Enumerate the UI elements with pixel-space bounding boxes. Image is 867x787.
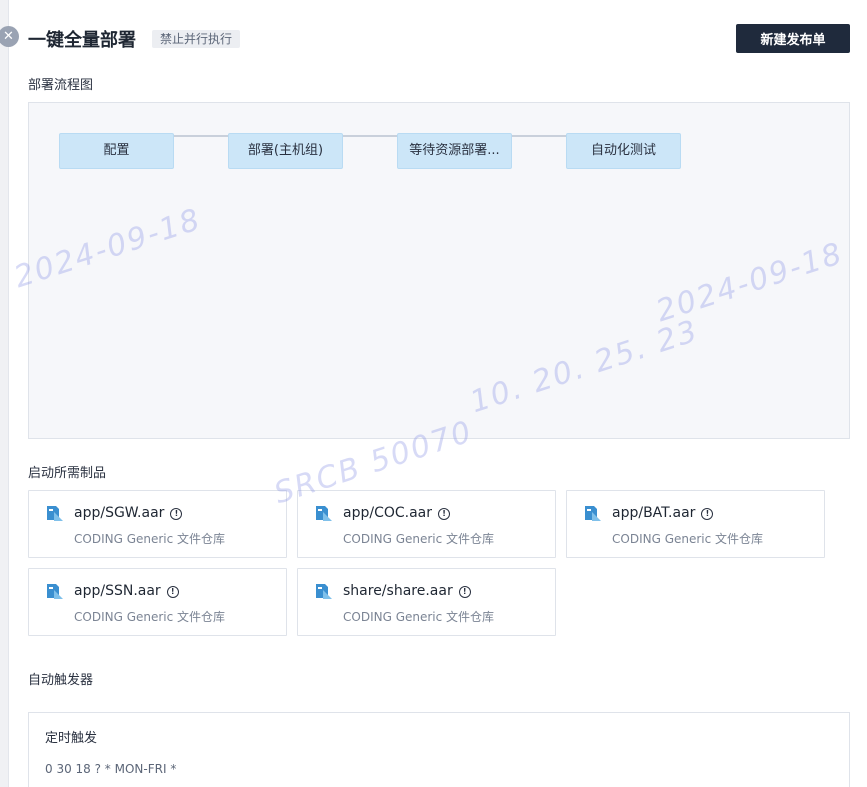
artifact-name: app/COC.aar	[343, 505, 433, 521]
artifact-name-line: app/COC.aar!	[343, 505, 451, 521]
trigger-title: 定时触发	[45, 731, 98, 746]
info-icon[interactable]: !	[166, 586, 179, 598]
info-icon[interactable]: !	[458, 586, 471, 598]
file-icon	[47, 584, 63, 599]
flow-node-deploy-hostgroup[interactable]: 部署(主机组)	[228, 133, 343, 169]
artifact-name: share/share.aar	[343, 583, 453, 599]
deploy-flow-canvas[interactable]: 配置 部署(主机组) 等待资源部署... 自动化测试	[28, 102, 850, 439]
file-icon	[47, 506, 63, 521]
artifact-name: app/BAT.aar	[612, 505, 696, 521]
info-icon[interactable]: !	[170, 508, 183, 520]
flow-connector	[174, 135, 228, 137]
trigger-cron-expression: 0 30 18 ? * MON-FRI *	[45, 762, 177, 776]
parallel-status-tag: 禁止并行执行	[152, 30, 241, 48]
page-title: 一键全量部署	[28, 30, 136, 51]
artifact-card[interactable]: app/COC.aar! CODING Generic 文件仓库	[297, 490, 556, 558]
flow-connector	[512, 135, 566, 137]
flow-node-config[interactable]: 配置	[59, 133, 174, 169]
close-icon[interactable]: ✕	[0, 26, 19, 47]
artifact-card[interactable]: app/SGW.aar! CODING Generic 文件仓库	[28, 490, 287, 558]
flow-node-wait-resource[interactable]: 等待资源部署...	[397, 133, 512, 169]
artifact-name-line: share/share.aar!	[343, 583, 471, 599]
artifact-repo: CODING Generic 文件仓库	[612, 532, 764, 546]
left-panel-edge	[0, 0, 9, 787]
artifact-repo: CODING Generic 文件仓库	[343, 532, 495, 546]
artifact-name-line: app/BAT.aar!	[612, 505, 714, 521]
page-header: 一键全量部署 禁止并行执行 新建发布单	[28, 24, 850, 54]
info-icon[interactable]: !	[701, 508, 714, 520]
artifact-repo: CODING Generic 文件仓库	[74, 610, 226, 624]
new-release-button[interactable]: 新建发布单	[736, 24, 850, 53]
flow-section-title: 部署流程图	[28, 78, 94, 93]
file-icon	[316, 584, 332, 599]
flow-node-auto-test[interactable]: 自动化测试	[566, 133, 681, 169]
file-icon	[585, 506, 601, 521]
artifact-name: app/SSN.aar	[74, 583, 161, 599]
artifact-card[interactable]: app/BAT.aar! CODING Generic 文件仓库	[566, 490, 825, 558]
info-icon[interactable]: !	[438, 508, 451, 520]
artifact-repo: CODING Generic 文件仓库	[74, 532, 226, 546]
artifact-name-line: app/SSN.aar!	[74, 583, 179, 599]
artifact-card[interactable]: app/SSN.aar! CODING Generic 文件仓库	[28, 568, 287, 636]
artifact-card[interactable]: share/share.aar! CODING Generic 文件仓库	[297, 568, 556, 636]
artifacts-section-title: 启动所需制品	[28, 466, 107, 481]
flow-connector	[343, 135, 397, 137]
artifact-name-line: app/SGW.aar!	[74, 505, 183, 521]
artifact-repo: CODING Generic 文件仓库	[343, 610, 495, 624]
artifact-name: app/SGW.aar	[74, 505, 165, 521]
schedule-trigger-card[interactable]: 定时触发 0 30 18 ? * MON-FRI *	[28, 712, 850, 787]
file-icon	[316, 506, 332, 521]
triggers-section-title: 自动触发器	[28, 673, 94, 688]
